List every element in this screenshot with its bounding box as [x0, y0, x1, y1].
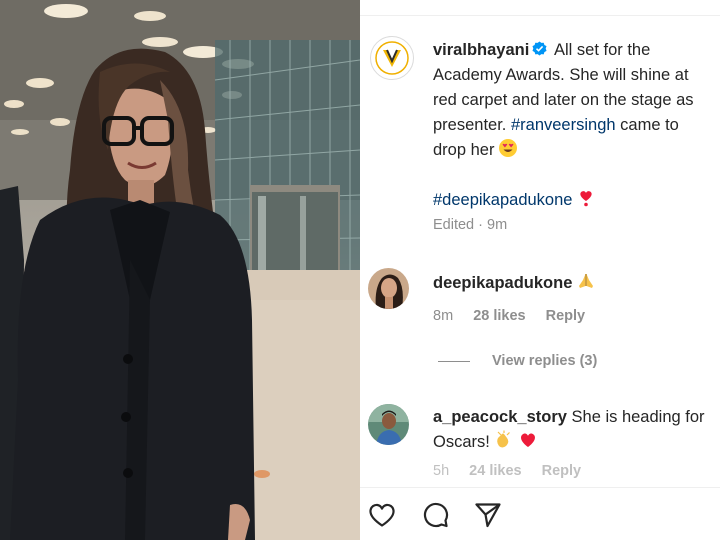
panel-header-divider [360, 0, 720, 16]
view-replies-button[interactable]: View replies (3) [438, 353, 597, 369]
caption-line-4-end: came to [620, 116, 679, 134]
view-replies-label: View replies (3) [492, 353, 598, 369]
clapping-hands-emoji-icon [497, 430, 510, 448]
send-icon[interactable] [473, 500, 503, 530]
caption-line-4-start: presenter. [433, 116, 507, 134]
comment-2-text-line-2: Oscars! [433, 433, 490, 451]
comments-panel: viralbhayani All set for the Academy Awa… [360, 0, 720, 540]
red-heart-emoji-icon [520, 433, 535, 447]
hashtag-deepikapadukone-link[interactable]: #deepikapadukone [433, 191, 572, 209]
heart-exclamation-emoji-icon [580, 191, 593, 207]
comment-2-time: 5h [433, 463, 450, 479]
comment-icon[interactable] [420, 500, 450, 530]
comment-2-username[interactable]: a_peacock_story [433, 408, 567, 426]
comment-2-avatar-photo [368, 404, 409, 445]
comment-2: a_peacock_story She is heading for Oscar… [433, 405, 705, 455]
folded-hands-emoji-icon [579, 274, 594, 288]
author-avatar[interactable] [370, 36, 414, 80]
post-photo[interactable] [0, 0, 360, 540]
post-action-bar [360, 487, 720, 540]
post-caption: viralbhayani All set for the Academy Awa… [433, 38, 720, 213]
comment-1-meta: 8m 28 likes Reply [433, 308, 601, 324]
view-replies-rule [438, 360, 470, 362]
caption-line-3: red carpet and later on the stage as [433, 91, 694, 109]
hashtag-ranveersingh-link[interactable]: #ranveersingh [511, 116, 616, 134]
viral-bhayani-logo-icon [375, 41, 409, 75]
comment-1-likes[interactable]: 28 likes [473, 308, 525, 324]
comment-1-avatar-photo [368, 268, 409, 309]
comment-1-avatar[interactable] [368, 268, 409, 309]
verified-badge-icon [532, 41, 547, 56]
caption-line-5: drop her [433, 141, 495, 159]
comment-1-reply-button[interactable]: Reply [546, 308, 586, 324]
comment-2-avatar[interactable] [368, 404, 409, 445]
comment-1: deepikapadukone [433, 271, 596, 293]
comment-2-likes[interactable]: 24 likes [469, 463, 521, 479]
comment-1-time: 8m [433, 308, 454, 324]
post-edited-time: Edited · 9m [433, 217, 508, 233]
caption-line-1: All set for the [553, 41, 651, 59]
heart-icon[interactable] [367, 500, 397, 530]
author-username[interactable]: viralbhayani [433, 41, 529, 59]
caption-line-2: Academy Awards. She will shine at [433, 66, 689, 84]
heart-eyes-emoji-icon [499, 139, 518, 157]
comment-2-reply-button[interactable]: Reply [542, 463, 582, 479]
comment-1-username[interactable]: deepikapadukone [433, 274, 572, 292]
comment-2-text-line-1: She is heading for [571, 408, 705, 426]
comment-2-meta: 5h 24 likes Reply [433, 463, 597, 479]
photo-scene [0, 0, 360, 540]
